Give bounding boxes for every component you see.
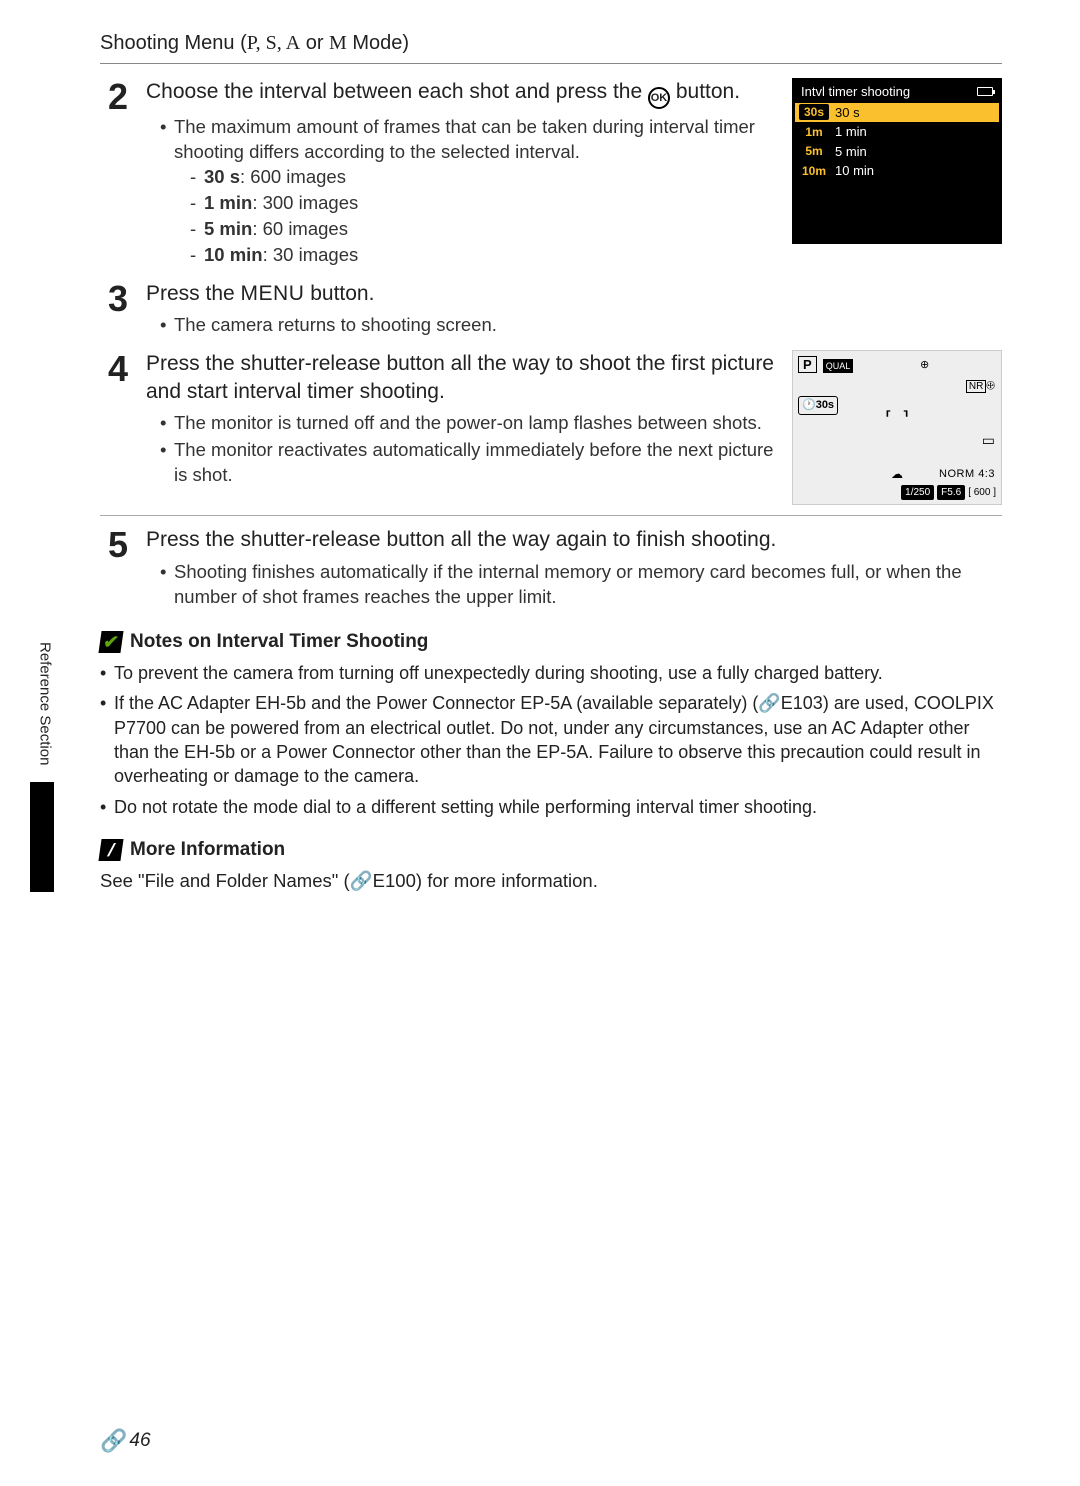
page-header: Shooting Menu (P, S, A or M Mode) — [100, 30, 1002, 57]
side-tab-bar — [30, 782, 54, 892]
step-5-heading: Press the shutter-release button all the… — [146, 526, 1002, 553]
interval-opt-10min: 10 min: 30 images — [190, 243, 776, 268]
notes-heading: Notes on Interval Timer Shooting — [130, 629, 428, 655]
opt2-val: : 300 images — [252, 192, 358, 213]
moreinfo-ref: E100 — [373, 870, 416, 891]
lcd-icon-10m: 10m — [799, 163, 829, 179]
step4-bullet2: The monitor reactivates automatically im… — [160, 438, 776, 488]
more-info-heading: More Information — [130, 837, 285, 863]
step-4-heading: Press the shutter-release button all the… — [146, 350, 776, 405]
frames-remaining: [ 600 ] — [968, 486, 996, 500]
step-4-number: 4 — [100, 350, 128, 505]
step2-heading-a: Choose the interval between each shot an… — [146, 80, 648, 103]
interval-opt-1min: 1 min: 300 images — [190, 191, 776, 216]
opt1-val: : 600 images — [240, 166, 346, 187]
lcd-label-5m: 5 min — [835, 143, 867, 161]
notes-block: ✔ Notes on Interval Timer Shooting To pr… — [100, 629, 1002, 818]
note-1: To prevent the camera from turning off u… — [100, 661, 1002, 685]
battery-icon — [977, 87, 993, 96]
lcd-label-30s: 30 s — [835, 104, 860, 122]
header-or: or — [300, 32, 329, 54]
aperture: F5.6 — [937, 485, 965, 501]
focus-brackets-icon: ⸢ ⸣ — [793, 406, 1001, 430]
step2-heading-b: button. — [670, 80, 740, 103]
page-num-value: 46 — [129, 1428, 150, 1454]
nr-badge: NR — [966, 380, 986, 393]
check-note-icon: ✔ — [98, 631, 123, 653]
note-3: Do not rotate the mode dial to a differe… — [100, 795, 1002, 819]
lcd-row-1m: 1m 1 min — [795, 122, 999, 142]
divider — [100, 63, 1002, 64]
moreinfo-b: ) for more information. — [416, 870, 598, 891]
interval-opt-5min: 5 min: 60 images — [190, 217, 776, 242]
more-info-block: / More Information See "File and Folder … — [100, 837, 1002, 894]
step-3-number: 3 — [100, 280, 128, 340]
lcd-icon-1m: 1m — [799, 124, 829, 140]
side-tab: Reference Section — [30, 642, 54, 862]
step-4: 4 Press the shutter-release button all t… — [100, 350, 1002, 505]
lcd-label-10m: 10 min — [835, 162, 874, 180]
lcd-interval-menu: Intvl timer shooting 30s30 s 1m1 min 5m5… — [792, 78, 1002, 244]
lcd-row-5m: 5m 5 min — [795, 142, 999, 162]
opt3-label: 5 min — [204, 218, 252, 239]
note-2: If the AC Adapter EH-5b and the Power Co… — [100, 691, 1002, 788]
opt4-label: 10 min — [204, 244, 263, 265]
note2-ref: E103 — [781, 693, 823, 713]
qual-badge: QUAL — [823, 359, 854, 373]
moreinfo-a: See "File and Folder Names" ( — [100, 870, 350, 891]
header-suffix: Mode) — [347, 32, 409, 54]
shutter-speed: 1/250 — [901, 485, 934, 501]
step-5-number: 5 — [100, 526, 128, 611]
lcd-row-10m: 10m 10 min — [795, 161, 999, 181]
note2-a: If the AC Adapter EH-5b and the Power Co… — [114, 693, 758, 713]
step-2-number: 2 — [100, 78, 128, 270]
exposure-icon: ☁ — [793, 466, 1001, 482]
ref-link-icon: 🔗 — [350, 870, 373, 891]
step5-bullet: Shooting finishes automatically if the i… — [160, 560, 1002, 610]
interval-opt-30s: 30 s: 600 images — [190, 165, 776, 190]
step3-heading-a: Press the — [146, 282, 241, 305]
lcd-row-30s: 30s 30 s — [795, 103, 999, 123]
opt4-val: : 30 images — [263, 244, 359, 265]
step2-bullet: The maximum amount of frames that can be… — [160, 115, 776, 268]
ok-button-icon: OK — [648, 87, 670, 109]
page-number: 🔗46 — [100, 1426, 151, 1456]
header-modes: P, S, A — [247, 32, 300, 54]
step-3: 3 Press the MENU button. The camera retu… — [100, 280, 1002, 340]
opt3-val: : 60 images — [252, 218, 348, 239]
more-info-text: See "File and Folder Names" (🔗E100) for … — [100, 869, 1002, 894]
side-label: Reference Section — [34, 642, 54, 765]
header-mode-m: M — [329, 32, 347, 54]
lcd-menu-title: Intvl timer shooting — [801, 83, 910, 101]
ref-section-icon: 🔗 — [100, 1426, 127, 1456]
menu-button-label: MENU — [241, 282, 305, 305]
step-2-heading: Choose the interval between each shot an… — [146, 78, 776, 109]
lcd-label-1m: 1 min — [835, 123, 867, 141]
ref-link-icon: 🔗 — [758, 693, 780, 713]
step-2: 2 Choose the interval between each shot … — [100, 78, 1002, 270]
divider — [100, 515, 1002, 516]
lcd-icon-30s: 30s — [799, 104, 829, 120]
opt2-label: 1 min — [204, 192, 252, 213]
step-5: 5 Press the shutter-release button all t… — [100, 526, 1002, 611]
opt1-label: 30 s — [204, 166, 240, 187]
card-icon: ▭ — [982, 431, 995, 450]
mode-p-badge: P — [798, 356, 817, 373]
step2-bullet-text: The maximum amount of frames that can be… — [174, 116, 755, 162]
step-3-heading: Press the MENU button. — [146, 280, 1002, 307]
lcd-icon-5m: 5m — [799, 143, 829, 159]
header-prefix: Shooting Menu ( — [100, 32, 247, 54]
step3-bullet: The camera returns to shooting screen. — [160, 313, 1002, 338]
lcd-shooting-screen: P QUAL ⊕ NR🕀 🕐30s ⸢ ⸣ ▭ NORM 4:3 ☁ 1/250… — [792, 350, 1002, 505]
pencil-note-icon: / — [98, 839, 123, 861]
step3-heading-b: button. — [304, 282, 374, 305]
step4-bullet1: The monitor is turned off and the power-… — [160, 411, 776, 436]
